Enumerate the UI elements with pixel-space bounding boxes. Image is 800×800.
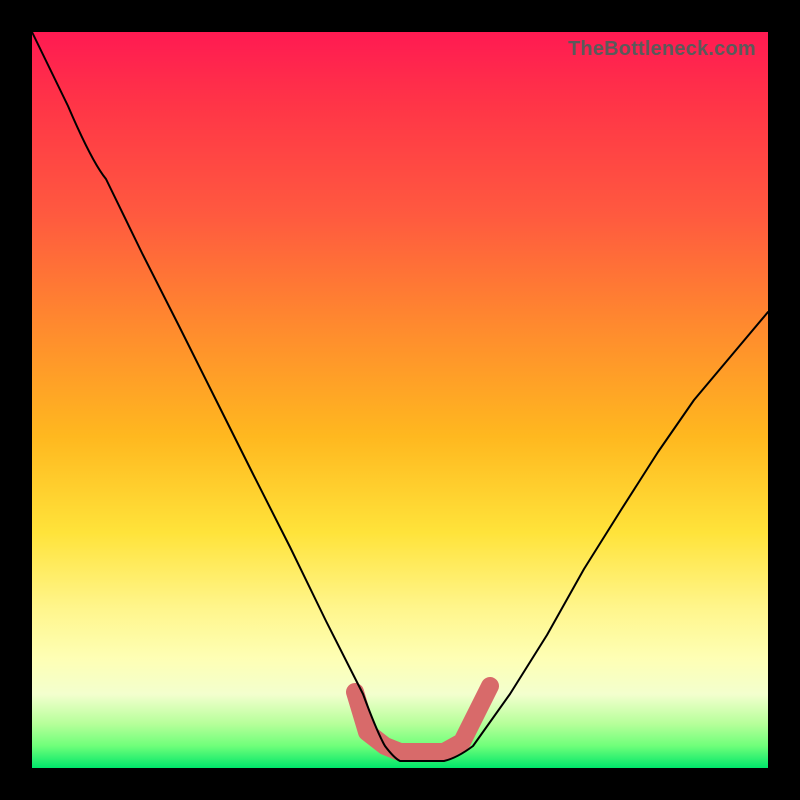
chart-frame: TheBottleneck.com bbox=[0, 0, 800, 800]
curve-svg bbox=[32, 32, 768, 768]
bottleneck-curve-line bbox=[32, 32, 768, 761]
highlight-minimum-stroke bbox=[355, 686, 490, 752]
plot-area: TheBottleneck.com bbox=[32, 32, 768, 768]
